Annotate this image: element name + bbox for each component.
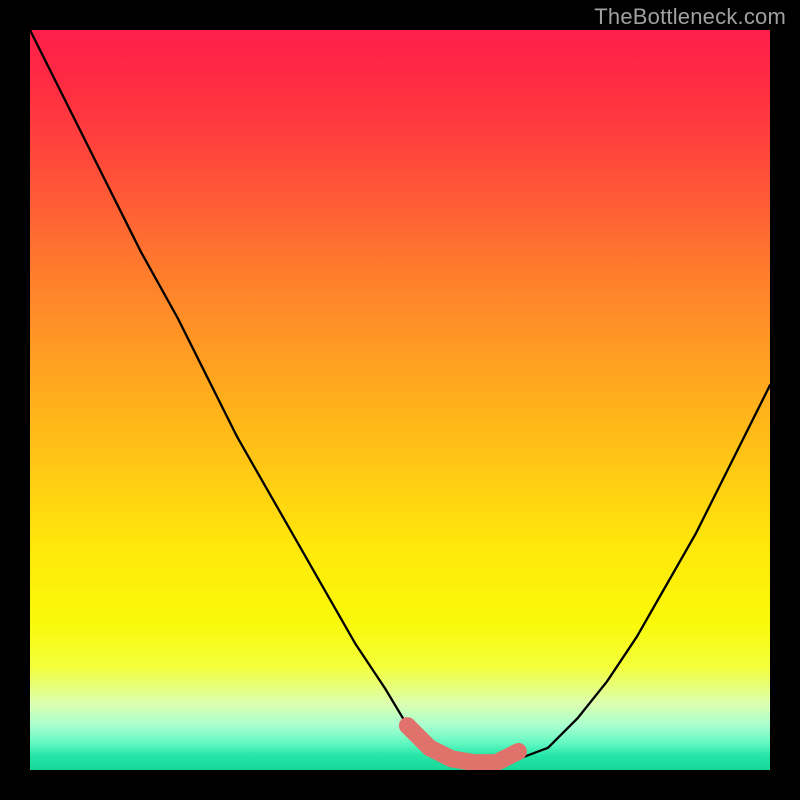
bottleneck-curve-line [30,30,770,763]
chart-plot-area [30,30,770,770]
chart-svg [30,30,770,770]
chart-frame: TheBottleneck.com [0,0,800,800]
watermark-text: TheBottleneck.com [594,4,786,30]
sweet-spot-band-line [407,726,518,763]
